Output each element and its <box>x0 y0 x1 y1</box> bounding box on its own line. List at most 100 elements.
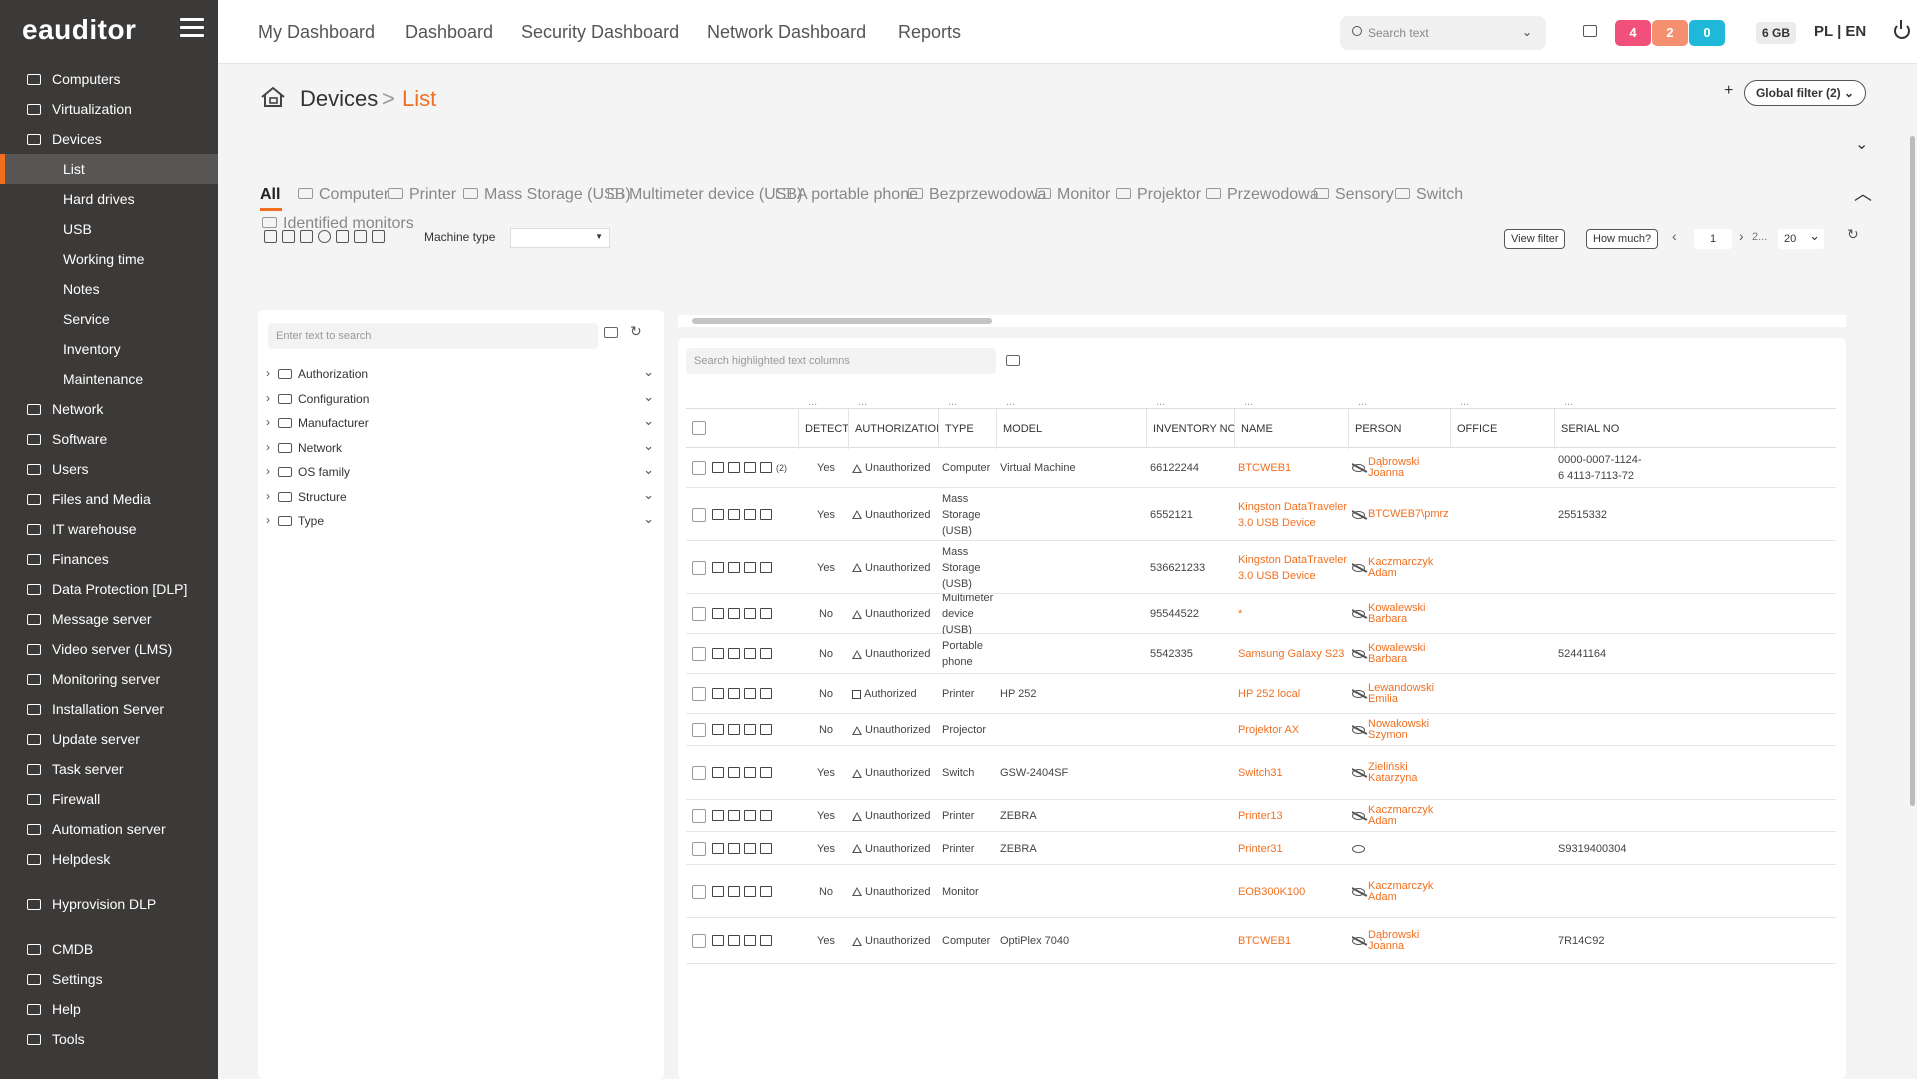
tab-all[interactable]: All <box>260 186 280 204</box>
column-filter-icon[interactable]: ... <box>948 396 957 408</box>
sidebar-item-inventory[interactable]: Inventory <box>0 334 218 364</box>
grid-icon[interactable] <box>712 810 724 821</box>
nav-network-dashboard[interactable]: Network Dashboard <box>707 22 866 43</box>
device-name-link[interactable]: Projektor AX <box>1238 714 1348 746</box>
global-search-input[interactable]: Search text ⌄ <box>1340 16 1546 50</box>
sidebar-item-firewall[interactable]: Firewall <box>0 784 218 814</box>
eye-slash-icon[interactable] <box>1352 690 1365 698</box>
target-icon[interactable] <box>318 230 331 243</box>
column-filter-icon[interactable]: ... <box>858 396 867 408</box>
grid-icon[interactable] <box>712 886 724 897</box>
sidebar-item-network[interactable]: Network <box>0 394 218 424</box>
chevron-right-icon[interactable]: › <box>266 464 270 478</box>
grid-search-input[interactable]: Search highlighted text columns <box>686 348 996 374</box>
edit-icon[interactable] <box>760 935 772 946</box>
tree-node-authorization[interactable]: › Authorization ⌄ <box>264 364 656 384</box>
clear-icon[interactable] <box>1006 355 1020 366</box>
chevron-down-icon[interactable]: ⌄ <box>643 487 654 503</box>
device-name-link[interactable]: HP 252 local <box>1238 674 1348 714</box>
person-link[interactable]: BTCWEB7\pmrzygl <box>1368 509 1448 520</box>
details-icon[interactable] <box>728 886 740 897</box>
sidebar-item-virtualization[interactable]: Virtualization <box>0 94 218 124</box>
next-page-icon[interactable]: › <box>1739 228 1744 244</box>
alert-badge-blue[interactable]: 0 <box>1689 20 1725 46</box>
language-switch[interactable]: PL | EN <box>1814 23 1866 40</box>
tree-node-type[interactable]: › Type ⌄ <box>264 511 656 531</box>
sidebar-item-finances[interactable]: Finances <box>0 544 218 574</box>
sidebar-item-usb[interactable]: USB <box>0 214 218 244</box>
grid-icon[interactable] <box>712 462 724 473</box>
machine-type-select[interactable] <box>510 228 610 248</box>
tab-sensory[interactable]: Sensory <box>1314 186 1394 204</box>
nav-my-dashboard[interactable]: My Dashboard <box>258 22 375 43</box>
chevron-down-icon[interactable]: ⌄ <box>643 364 654 380</box>
row-checkbox[interactable] <box>692 766 706 780</box>
details-icon[interactable] <box>728 724 740 735</box>
person-link[interactable]: Dąbrowski Joanna (BTCDEMO\Joanna <box>1368 457 1448 479</box>
sidebar-item-devices[interactable]: Devices <box>0 124 218 154</box>
edit-icon[interactable] <box>760 767 772 778</box>
sidebar-item-automation-server[interactable]: Automation server <box>0 814 218 844</box>
chevron-right-icon[interactable]: › <box>266 366 270 380</box>
grid-icon[interactable] <box>712 608 724 619</box>
sidebar-item-computers[interactable]: Computers <box>0 64 218 94</box>
eye-slash-icon[interactable] <box>1352 464 1365 472</box>
card-icon[interactable] <box>744 608 756 619</box>
filter-icon[interactable] <box>354 230 367 243</box>
scrollbar-thumb[interactable] <box>1910 136 1915 806</box>
tree-search-input[interactable]: Enter text to search <box>268 323 598 349</box>
tree-node-network[interactable]: › Network ⌄ <box>264 438 656 458</box>
tree-node-configuration[interactable]: › Configuration ⌄ <box>264 389 656 409</box>
chevron-right-icon[interactable]: › <box>266 440 270 454</box>
edit-icon[interactable] <box>760 688 772 699</box>
grid-icon[interactable] <box>712 509 724 520</box>
eye-slash-icon[interactable] <box>1352 510 1365 519</box>
device-name-link[interactable]: BTCWEB1 <box>1238 918 1348 964</box>
details-icon[interactable] <box>728 935 740 946</box>
tree-node-manufacturer[interactable]: › Manufacturer ⌄ <box>264 413 656 433</box>
sidebar-item-data-protection-dlp-[interactable]: Data Protection [DLP] <box>0 574 218 604</box>
details-icon[interactable] <box>728 562 740 573</box>
person-link[interactable]: Kowalewski Barbara (BTCDEMO\Barbara <box>1368 643 1448 665</box>
grid-icon[interactable] <box>336 230 349 243</box>
person-link[interactable]: Kaczmarczyk Adam (BTCDEMO\Adam.K <box>1368 881 1448 903</box>
grid-icon[interactable] <box>712 562 724 573</box>
card-icon[interactable] <box>744 688 756 699</box>
row-checkbox[interactable] <box>692 885 706 899</box>
eye-slash-icon[interactable] <box>1352 726 1365 734</box>
table-row[interactable]: (2) Yes Unauthorized Computer Virtual Machin… <box>686 448 1836 488</box>
card-icon[interactable] <box>744 767 756 778</box>
sidebar-item-maintenance[interactable]: Maintenance <box>0 364 218 394</box>
column-header-serial-no[interactable]: SERIAL NO <box>1554 409 1836 449</box>
card-icon[interactable] <box>744 886 756 897</box>
edit-icon[interactable] <box>760 724 772 735</box>
eye-icon[interactable] <box>1352 844 1365 853</box>
sidebar-item-help[interactable]: Help <box>0 994 218 1024</box>
row-checkbox[interactable] <box>692 934 706 948</box>
chevron-down-icon[interactable]: ⌄ <box>643 462 654 478</box>
table-row[interactable]: Yes Unauthorized Printer ZEBRA Printer31 S931… <box>686 832 1836 865</box>
table-row[interactable]: No Unauthorized Projector Projektor AX Nowak… <box>686 714 1836 746</box>
chevron-down-icon[interactable]: ⌄ <box>643 389 654 405</box>
details-icon[interactable] <box>728 509 740 520</box>
chevron-down-icon[interactable]: ⌄ <box>643 511 654 527</box>
tab-computer[interactable]: Computer <box>298 186 389 204</box>
card-icon[interactable] <box>744 724 756 735</box>
table-row[interactable]: Yes Unauthorized Mass Storage (USB) 5366212… <box>686 541 1836 594</box>
eye-slash-icon[interactable] <box>1352 769 1365 777</box>
eye-slash-icon[interactable] <box>1352 650 1365 658</box>
column-filter-icon[interactable]: ... <box>1358 396 1367 408</box>
sidebar-item-files-and-media[interactable]: Files and Media <box>0 484 218 514</box>
app-logo[interactable]: eauditor <box>22 14 136 46</box>
attachment-count[interactable]: (2) <box>776 460 787 476</box>
card-icon[interactable] <box>744 648 756 659</box>
tree-node-structure[interactable]: › Structure ⌄ <box>264 487 656 507</box>
global-filter-button[interactable]: Global filter (2) ⌄ <box>1744 80 1866 106</box>
edit-icon[interactable] <box>760 608 772 619</box>
details-icon[interactable] <box>728 648 740 659</box>
refresh-icon[interactable]: ↻ <box>630 323 642 340</box>
grid-icon[interactable] <box>712 688 724 699</box>
clear-icon[interactable] <box>604 327 618 338</box>
tab-a-portable-phone[interactable]: A portable phone <box>776 186 918 204</box>
table-row[interactable]: No Authorized Printer HP 252 HP 252 local Lew… <box>686 674 1836 714</box>
